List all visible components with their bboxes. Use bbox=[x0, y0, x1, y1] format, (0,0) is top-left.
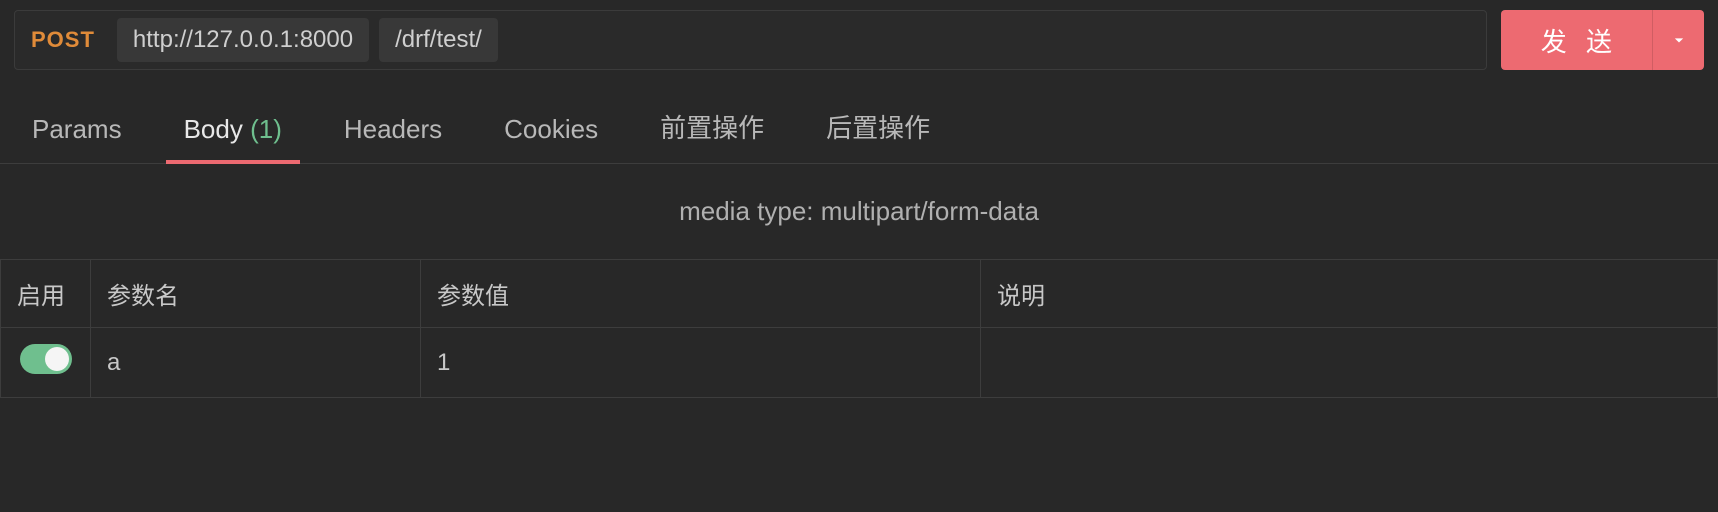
table-header-row: 启用 参数名 参数值 说明 bbox=[1, 260, 1718, 328]
tab-post-request[interactable]: 后置操作 bbox=[826, 108, 930, 163]
tab-pre-request[interactable]: 前置操作 bbox=[660, 108, 764, 163]
send-button-group: 发 送 bbox=[1501, 10, 1704, 70]
tabs-container: Params Body (1) Headers Cookies 前置操作 后置操… bbox=[0, 80, 1718, 164]
media-type-label: media type: multipart/form-data bbox=[0, 164, 1718, 259]
col-header-desc: 说明 bbox=[981, 260, 1718, 328]
send-dropdown-button[interactable] bbox=[1652, 10, 1704, 70]
tab-body[interactable]: Body (1) bbox=[184, 114, 282, 163]
tabs: Params Body (1) Headers Cookies 前置操作 后置操… bbox=[0, 80, 1718, 163]
tab-body-label: Body bbox=[184, 114, 243, 144]
cell-desc[interactable] bbox=[981, 328, 1718, 398]
body-params-table: 启用 参数名 参数值 说明 a 1 bbox=[0, 259, 1718, 398]
col-header-enable: 启用 bbox=[1, 260, 91, 328]
send-button[interactable]: 发 送 bbox=[1501, 10, 1652, 70]
chevron-down-icon bbox=[1669, 30, 1689, 50]
path-input[interactable]: /drf/test/ bbox=[379, 18, 498, 62]
tab-params[interactable]: Params bbox=[32, 114, 122, 163]
tab-cookies[interactable]: Cookies bbox=[504, 114, 598, 163]
table-row: a 1 bbox=[1, 328, 1718, 398]
tab-headers[interactable]: Headers bbox=[344, 114, 442, 163]
col-header-name: 参数名 bbox=[91, 260, 421, 328]
enable-toggle[interactable] bbox=[20, 344, 72, 374]
cell-value[interactable]: 1 bbox=[421, 328, 981, 398]
col-header-value: 参数值 bbox=[421, 260, 981, 328]
tab-body-count: (1) bbox=[250, 114, 282, 144]
request-bar: POST http://127.0.0.1:8000 /drf/test/ 发 … bbox=[0, 0, 1718, 80]
http-method[interactable]: POST bbox=[31, 27, 107, 53]
url-container: POST http://127.0.0.1:8000 /drf/test/ bbox=[14, 10, 1487, 70]
cell-enable bbox=[1, 328, 91, 398]
cell-name[interactable]: a bbox=[91, 328, 421, 398]
base-url-input[interactable]: http://127.0.0.1:8000 bbox=[117, 18, 369, 62]
